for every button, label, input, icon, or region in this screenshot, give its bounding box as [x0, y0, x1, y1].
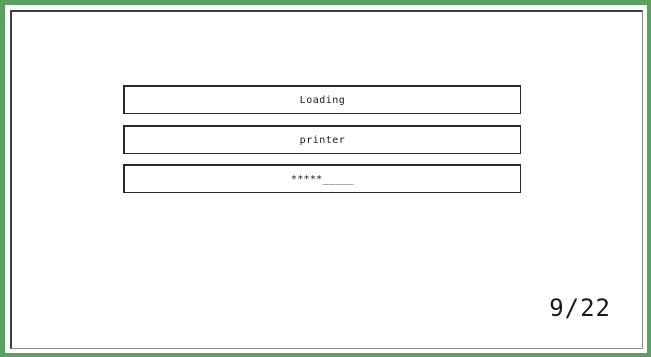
window-frame: Loading printer *****_____ 9/22	[0, 0, 651, 357]
name-text: printer	[299, 134, 346, 146]
name-field[interactable]: printer	[123, 125, 521, 154]
password-text: *****_____	[290, 173, 355, 185]
status-text: Loading	[299, 94, 346, 106]
password-field[interactable]: *****_____	[123, 164, 521, 193]
status-field: Loading	[123, 85, 521, 114]
page-counter: 9/22	[549, 294, 611, 322]
